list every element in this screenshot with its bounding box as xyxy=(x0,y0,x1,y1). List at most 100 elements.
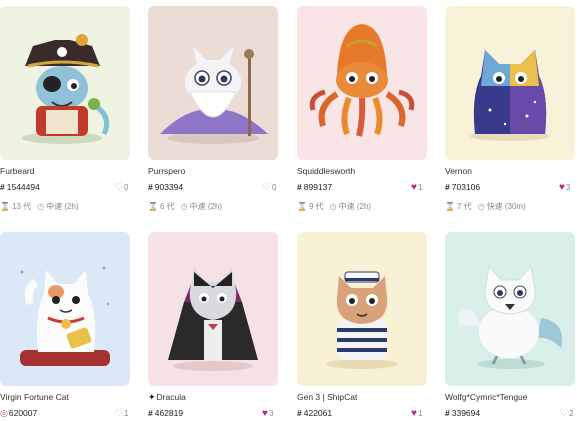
wizard-cat-illustration xyxy=(160,46,268,144)
kitty-id-number: 703106 xyxy=(451,182,481,192)
pirate-cat-illustration xyxy=(22,34,110,144)
heart-icon: ♡ xyxy=(114,408,123,419)
generation-label: 9 代 xyxy=(308,202,324,211)
kitty-artwork[interactable] xyxy=(148,6,278,160)
kitty-id-number: 899137 xyxy=(303,182,333,192)
kitty-card-virgin-fortune-cat[interactable]: Virgin Fortune Cat ◎620007 ♡1 xyxy=(0,232,130,419)
kitty-artwork[interactable] xyxy=(445,6,575,160)
kitty-card-wolfg-cymric-tengue[interactable]: Wolfg*Cymric*Tengue #339694 ♡2 xyxy=(445,232,575,419)
like-count: 3 xyxy=(565,183,571,192)
galaxy-cat-illustration xyxy=(470,50,550,141)
cooldown-label: 中速 (2h) xyxy=(46,202,79,211)
kitty-card-furbeard[interactable]: Furbeard #1544494 ♡0 ⌛ 13 代 ◷ 中速 (2h) xyxy=(0,6,130,211)
like-count: 1 xyxy=(123,409,129,418)
generation-label: 7 代 xyxy=(456,202,472,211)
kitty-id[interactable]: #1544494 xyxy=(0,182,40,192)
dracula-badge-icon: ✦ xyxy=(148,392,156,402)
cooldown-label: 中速 (2h) xyxy=(189,202,223,211)
kitty-meta: ⌛ 6 代 ◷ 中速 (2h) xyxy=(148,201,222,212)
heart-icon: ♥ xyxy=(559,182,565,193)
kitty-artwork[interactable] xyxy=(0,232,130,386)
hash-icon: # xyxy=(148,182,153,192)
kitty-artwork[interactable] xyxy=(445,232,575,386)
like-button[interactable]: ♡2 xyxy=(559,408,573,419)
kitty-card-dracula[interactable]: ✦Dracula #462819 ♥3 xyxy=(148,232,278,419)
kitty-id-number: 1544494 xyxy=(6,182,40,192)
kitty-id-number: 620007 xyxy=(8,408,38,418)
hash-icon: # xyxy=(297,408,302,418)
kitty-artwork[interactable] xyxy=(297,232,427,386)
kitty-meta: ⌛ 9 代 ◷ 中速 (2h) xyxy=(297,201,371,212)
kitty-id-number: 462819 xyxy=(154,408,184,418)
hash-icon: # xyxy=(297,182,302,192)
like-count: 1 xyxy=(417,409,423,418)
heart-icon: ♡ xyxy=(559,408,568,419)
hourglass-icon: ⌛ xyxy=(297,202,307,211)
kitty-id[interactable]: ◎620007 xyxy=(0,408,37,419)
kitty-name-text: Dracula xyxy=(156,392,186,402)
heart-icon: ♥ xyxy=(411,408,417,419)
fortune-badge-icon: ◎ xyxy=(0,408,8,418)
like-count: 2 xyxy=(568,409,574,418)
hourglass-icon: ⌛ xyxy=(0,202,10,211)
bird-cat-illustration xyxy=(458,264,563,369)
hourglass-icon: ⌛ xyxy=(148,202,158,211)
heart-icon: ♥ xyxy=(262,408,268,419)
kitty-id[interactable]: #899137 xyxy=(297,182,332,192)
kitty-card-purrspero[interactable]: Purrspero #903394 ♡0 ⌛ 6 代 ◷ 中速 (2h) xyxy=(148,6,278,211)
kitty-name[interactable]: Vernon xyxy=(445,166,472,176)
kitty-card-shipcat[interactable]: Gen 3 | ShipCat #422061 ♥1 xyxy=(297,232,427,419)
sailor-cat-illustration xyxy=(326,271,398,369)
kitty-name[interactable]: Squiddlesworth xyxy=(297,166,355,176)
hourglass-icon: ⌛ xyxy=(445,202,455,211)
hash-icon: # xyxy=(445,408,450,418)
clock-icon: ◷ xyxy=(477,202,485,211)
kitty-meta: ⌛ 13 代 ◷ 中速 (2h) xyxy=(0,201,79,212)
kitty-name[interactable]: Furbeard xyxy=(0,166,35,176)
like-button[interactable]: ♥3 xyxy=(559,182,570,193)
like-count: 0 xyxy=(271,183,277,192)
like-button[interactable]: ♡1 xyxy=(114,408,128,419)
like-button[interactable]: ♥3 xyxy=(262,408,273,419)
kitty-name[interactable]: Gen 3 | ShipCat xyxy=(297,392,357,402)
heart-icon: ♥ xyxy=(411,182,417,193)
hash-icon: # xyxy=(148,408,153,418)
kitty-meta: ⌛ 7 代 ◷ 快速 (30m) xyxy=(445,201,526,212)
kitty-name[interactable]: ✦Dracula xyxy=(148,392,186,403)
kitty-id[interactable]: #903394 xyxy=(148,182,183,192)
like-button[interactable]: ♥1 xyxy=(411,408,422,419)
kitty-card-vernon[interactable]: Vernon #703106 ♥3 ⌛ 7 代 ◷ 快速 (30m) xyxy=(445,6,575,211)
kitty-id[interactable]: #422061 xyxy=(297,408,332,418)
kitty-id-number: 339694 xyxy=(451,408,481,418)
kitty-id-number: 422061 xyxy=(303,408,333,418)
like-count: 3 xyxy=(268,409,274,418)
kitty-card-squiddlesworth[interactable]: Squiddlesworth #899137 ♥1 ⌛ 9 代 ◷ 中速 (2h) xyxy=(297,6,427,211)
kitty-id[interactable]: #703106 xyxy=(445,182,480,192)
like-button[interactable]: ♡0 xyxy=(114,182,128,193)
like-count: 1 xyxy=(417,183,423,192)
kitty-name[interactable]: Purrspero xyxy=(148,166,185,176)
kitty-name[interactable]: Virgin Fortune Cat xyxy=(0,392,69,402)
kitty-artwork[interactable] xyxy=(0,6,130,160)
hash-icon: # xyxy=(0,182,5,192)
like-button[interactable]: ♥1 xyxy=(411,182,422,193)
hash-icon: # xyxy=(445,182,450,192)
cooldown-label: 中速 (2h) xyxy=(338,202,372,211)
like-button[interactable]: ♡0 xyxy=(262,182,276,193)
dracula-cat-illustration xyxy=(168,268,258,371)
heart-icon: ♡ xyxy=(114,182,123,193)
clock-icon: ◷ xyxy=(37,202,45,211)
like-count: 0 xyxy=(123,183,129,192)
cooldown-label: 快速 (30m) xyxy=(486,202,526,211)
kitty-id[interactable]: #462819 xyxy=(148,408,183,418)
kitty-id[interactable]: #339694 xyxy=(445,408,480,418)
clock-icon: ◷ xyxy=(329,202,337,211)
clock-icon: ◷ xyxy=(180,202,188,211)
heart-icon: ♡ xyxy=(262,182,271,193)
kitty-artwork[interactable] xyxy=(148,232,278,386)
generation-label: 6 代 xyxy=(159,202,175,211)
kitty-name[interactable]: Wolfg*Cymric*Tengue xyxy=(445,392,528,402)
squid-cat-illustration xyxy=(309,24,415,137)
kitty-artwork[interactable] xyxy=(297,6,427,160)
kitty-grid: Furbeard #1544494 ♡0 ⌛ 13 代 ◷ 中速 (2h) Purrs… xyxy=(0,0,584,421)
